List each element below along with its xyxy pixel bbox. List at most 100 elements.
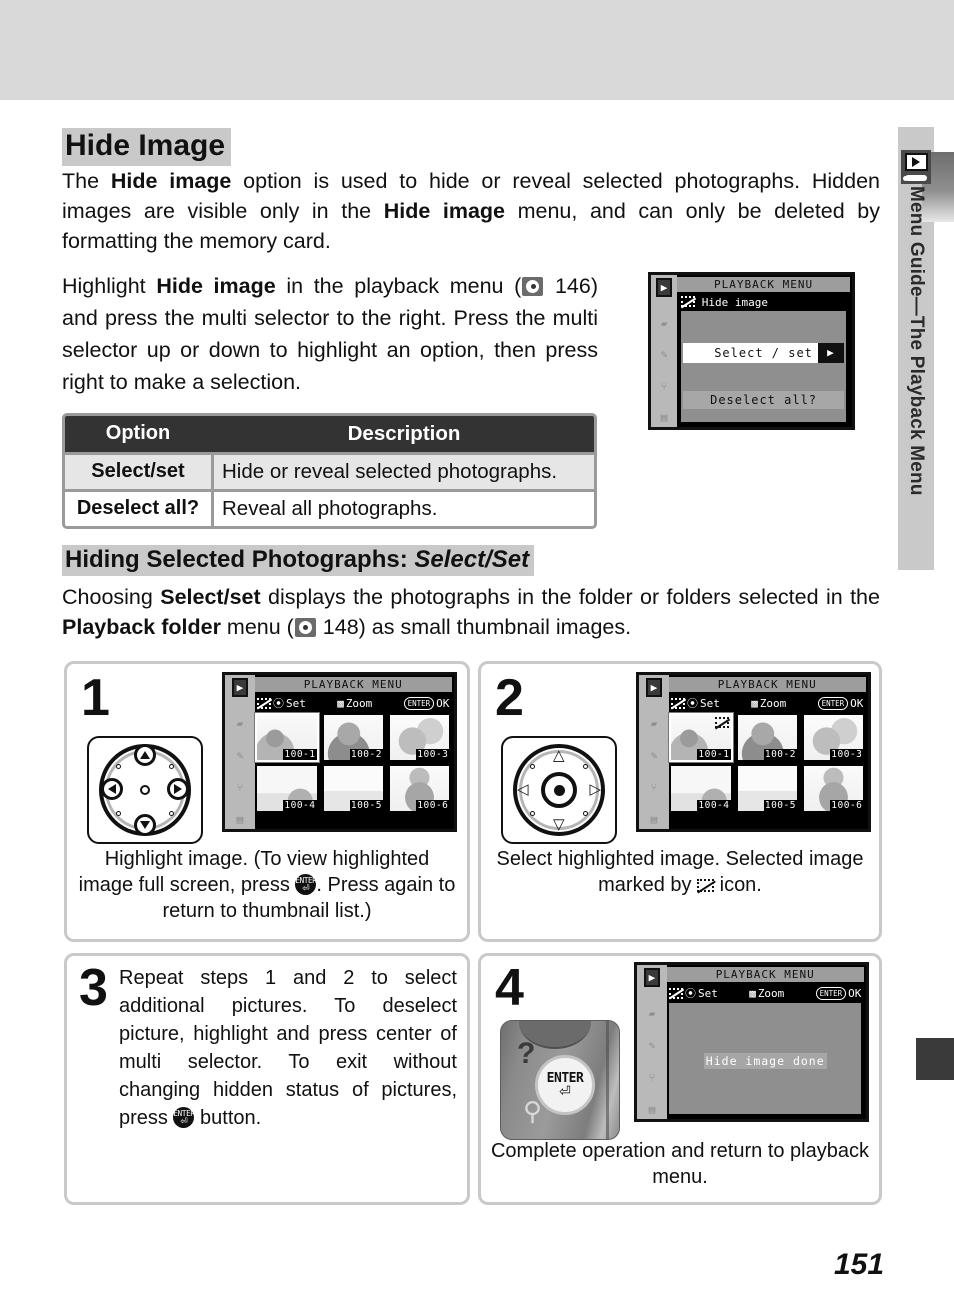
thumbnail[interactable]: 100-4 <box>671 766 731 811</box>
shooting-icon: ▰ <box>648 1007 656 1020</box>
multi-selector-left[interactable] <box>101 778 123 800</box>
hint-ok: OK <box>850 696 864 710</box>
thumbnail-label: 100-5 <box>763 800 797 811</box>
lcd-blank-panel: Hide image done <box>669 1003 862 1114</box>
intro-bold-2: Hide image <box>383 199 506 223</box>
hint-zoom: Zoom <box>757 986 785 1000</box>
thumbnail-label: 100-1 <box>697 749 731 760</box>
multi-selector-up[interactable]: △ <box>553 748 565 763</box>
thumbnail-label: 100-4 <box>697 800 731 811</box>
step-number: 3 <box>79 959 108 1017</box>
center-button-icon: ⦿ <box>273 697 285 710</box>
step-caption-2: Select highlighted image. Selected image… <box>489 846 871 898</box>
center-button-icon: ⦿ <box>687 697 699 710</box>
sub-text-2: displays the photographs in the folder o… <box>260 585 880 609</box>
recent-settings-icon: ▤ <box>660 411 668 424</box>
thumbnail[interactable]: 100-2 <box>737 715 797 760</box>
thumbnail-label: 100-4 <box>283 800 317 811</box>
thumbnail[interactable]: 100-5 <box>737 766 797 811</box>
step-panel-1: 1 ▶ ▰ ✎ ⑂ ▤ PLAYBACK MENU ⦿ Set ▩ Zoom ENT… <box>64 661 470 942</box>
playback-menu-screen: ▶ ▰ ✎ ⑂ ▤ PLAYBACK MENU Hide image Selec… <box>648 272 855 430</box>
hide-image-icon <box>256 697 273 710</box>
lcd-title: PLAYBACK MENU <box>666 967 864 982</box>
multi-selector-left[interactable]: ◁ <box>517 782 529 797</box>
step-caption-3: Repeat steps 1 and 2 to select additiona… <box>119 964 457 1132</box>
recent-settings-icon: ▤ <box>650 813 658 826</box>
thumbnail-label: 100-1 <box>283 749 317 760</box>
enter-button-photo: ? ⚲ ENTER ⏎ <box>500 1020 620 1140</box>
table-cell-description: Hide or reveal selected photographs. <box>211 455 594 489</box>
instructions-paragraph: Highlight Hide image in the playback men… <box>62 270 598 398</box>
options-table: Option Description Select/set Hide or re… <box>62 413 597 529</box>
step-number: 4 <box>495 959 524 1017</box>
multi-selector-dial[interactable] <box>87 736 203 844</box>
lcd-menu-item: Hide image <box>680 296 768 309</box>
hint-set: Set <box>286 696 306 710</box>
playback-monitor-icon <box>901 150 931 184</box>
thumbnail[interactable]: 100-1 <box>255 713 319 762</box>
thumbnail[interactable]: 100-5 <box>323 766 383 811</box>
playback-icon: ▶ <box>655 278 673 297</box>
thumbnail[interactable]: 100-3 <box>803 715 864 760</box>
step-caption-text-1: Repeat steps 1 and 2 to select additiona… <box>119 967 457 1129</box>
page-reference-icon <box>294 618 316 637</box>
thumbnail[interactable]: 100-6 <box>389 766 450 811</box>
multi-selector-down[interactable] <box>134 814 156 836</box>
lcd-panel: Select / set ▶ Deselect all? <box>681 311 846 422</box>
multi-selector-dial[interactable]: △ ▽ ◁ ▷ <box>501 736 617 844</box>
sub-text-3: menu ( <box>220 615 294 639</box>
step-caption-1: Highlight image. (To view highlighted im… <box>75 846 459 924</box>
thumbnail[interactable]: 100-1 <box>669 713 733 762</box>
thumbnail-label: 100-2 <box>763 749 797 760</box>
table-header-option: Option <box>105 422 171 444</box>
thumbnail-grid: 100-1 100-2 100-3 100-4 100-5 100-6 <box>669 713 864 811</box>
lcd-option-select-set-label: Select / set <box>714 346 813 360</box>
zoom-icon: ▩ <box>751 696 758 710</box>
hint-ok: OK <box>436 696 450 710</box>
hide-image-icon <box>670 697 687 710</box>
lcd-menu-item-label: Hide image <box>701 296 768 309</box>
multi-selector-down[interactable]: ▽ <box>553 817 565 832</box>
setup-wrench-icon: ⑂ <box>236 781 244 794</box>
multi-selector-right[interactable]: ▷ <box>589 782 601 797</box>
bottom-chapter-tab <box>916 1038 954 1080</box>
hint-ok: OK <box>848 986 862 1000</box>
custom-pencil-icon: ✎ <box>236 749 244 762</box>
table-row: Deselect all? Reveal all photographs. <box>65 489 594 526</box>
enter-button[interactable]: ENTER ⏎ <box>535 1055 595 1115</box>
table-cell-option: Select/set <box>91 460 185 482</box>
multi-selector-center[interactable] <box>140 785 150 795</box>
lcd-done-message-wrap: Hide image done <box>669 1052 861 1069</box>
zoom-icon: ▩ <box>749 986 756 1000</box>
custom-pencil-icon: ✎ <box>660 348 668 361</box>
multi-selector-right[interactable] <box>167 778 189 800</box>
lcd-option-select-set[interactable]: Select / set ▶ <box>683 343 844 363</box>
shooting-icon: ▰ <box>650 717 658 730</box>
side-tab-label: Menu Guide—The Playback Menu <box>906 186 927 496</box>
page-top-band <box>0 0 954 100</box>
step-number: 2 <box>495 669 524 727</box>
page-reference-icon <box>522 277 544 296</box>
lcd-title: PLAYBACK MENU <box>668 677 866 692</box>
center-button-icon: ⦿ <box>685 987 697 1000</box>
playback-icon: ▶ <box>645 678 663 697</box>
thumbnail[interactable]: 100-4 <box>257 766 317 811</box>
multi-selector-center[interactable] <box>541 772 577 808</box>
multi-selector-up[interactable] <box>134 744 156 766</box>
setup-wrench-icon: ⑂ <box>648 1071 656 1084</box>
thumbnail[interactable]: 100-3 <box>389 715 450 760</box>
instructions-bold-1: Hide image <box>156 274 276 298</box>
thumbnail[interactable]: 100-6 <box>803 766 864 811</box>
thumbnail-label: 100-2 <box>349 749 383 760</box>
lcd-hint-bar: ⦿ Set ▩ Zoom ENTER OK <box>670 695 864 711</box>
hint-zoom: Zoom <box>345 696 373 710</box>
step-number: 1 <box>81 669 110 727</box>
thumbnail[interactable]: 100-2 <box>323 715 383 760</box>
lcd-thumbnail-screen-1: ▶ ▰ ✎ ⑂ ▤ PLAYBACK MENU ⦿ Set ▩ Zoom ENTER… <box>222 672 457 832</box>
setup-wrench-icon: ⑂ <box>660 379 668 393</box>
hide-image-icon <box>668 987 685 1000</box>
step-caption-4: Complete operation and return to playbac… <box>490 1140 869 1188</box>
lcd-title: PLAYBACK MENU <box>677 277 850 292</box>
lcd-option-deselect-all[interactable]: Deselect all? <box>683 391 844 409</box>
enter-button-icon: ENTER ⏎ <box>295 874 317 895</box>
